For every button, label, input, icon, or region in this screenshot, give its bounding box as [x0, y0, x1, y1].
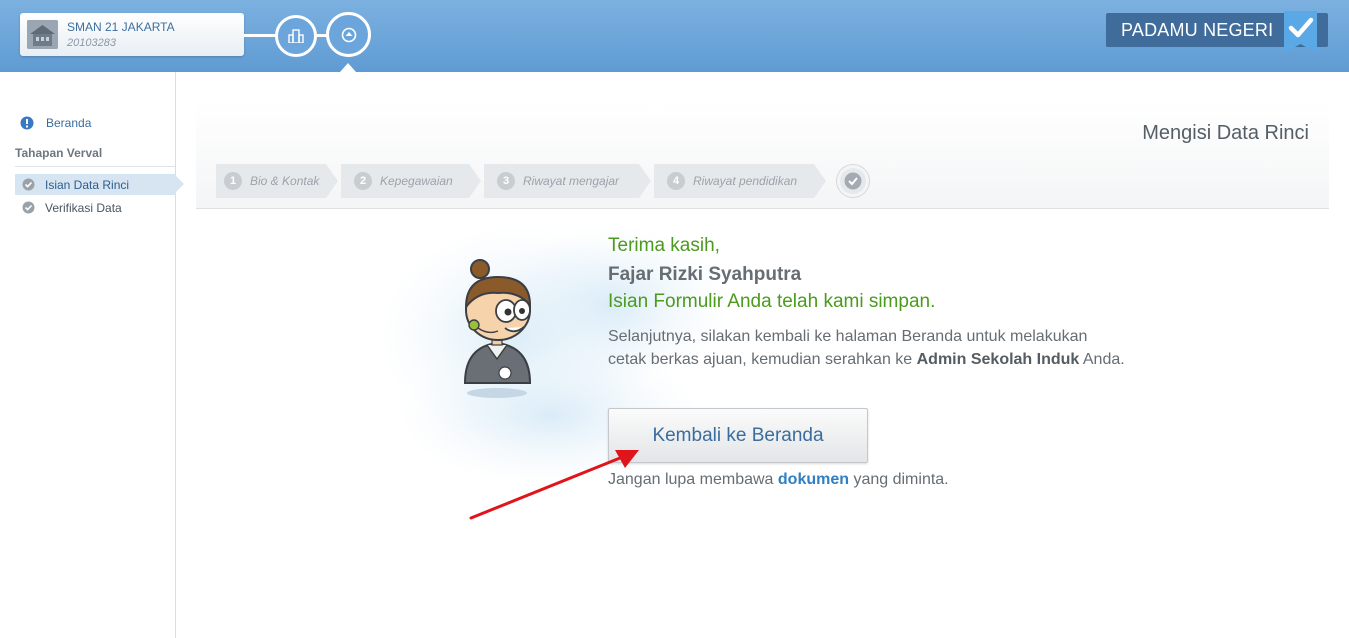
thanks-text: Terima kasih,: [608, 235, 720, 256]
sidebar-item-label: Verifikasi Data: [45, 200, 122, 215]
check-badge-icon: [1284, 11, 1317, 53]
annotation-arrow: [469, 450, 639, 520]
sidebar-item-label: Beranda: [46, 116, 92, 130]
sidebar-item-beranda[interactable]: Beranda: [20, 114, 91, 132]
school-card[interactable]: SMAN 21 JAKARTA 20103283: [20, 13, 244, 56]
active-pointer: [176, 176, 184, 192]
step-separator: [639, 164, 651, 198]
brand-name: PADAMU NEGERI: [1121, 20, 1274, 40]
page-title: Mengisi Data Rinci: [1142, 122, 1309, 144]
top-header: SMAN 21 JAKARTA 20103283 PADAMU NEGERI: [0, 0, 1349, 72]
step-kepegawaian[interactable]: 2 Kepegawaian: [341, 164, 469, 198]
documents-link[interactable]: dokumen: [778, 471, 849, 488]
sidebar-item-isian-data-rinci[interactable]: Isian Data Rinci: [15, 174, 184, 195]
emblem-icon: [341, 27, 356, 42]
emblem-nav-button[interactable]: [326, 12, 371, 57]
school-nav-button[interactable]: [275, 15, 317, 57]
check-circle-icon: [844, 172, 862, 190]
user-name: Fajar Rizki Syahputra: [608, 264, 802, 285]
check-circle-icon: [22, 201, 35, 214]
brand-logo[interactable]: PADAMU NEGERI: [1106, 11, 1328, 53]
step-pointer: [648, 100, 664, 109]
step-riwayat-mengajar[interactable]: 3 Riwayat mengajar: [484, 164, 639, 198]
instruction-text: Selanjutnya, silakan kembali ke halaman …: [608, 325, 1128, 371]
info-icon: [20, 116, 34, 130]
step-label: Bio & Kontak: [250, 174, 320, 188]
step-separator: [326, 164, 338, 198]
school-building-icon: [27, 20, 58, 49]
step-number: 4: [667, 172, 685, 190]
step-separator: [814, 164, 826, 198]
check-circle-icon: [22, 178, 35, 191]
back-to-home-button[interactable]: Kembali ke Beranda: [608, 408, 868, 463]
saved-confirmation: Isian Formulir Anda telah kami simpan.: [608, 291, 936, 312]
content-header: Mengisi Data Rinci 1 Bio & Kontak 2 Kepe…: [196, 100, 1329, 209]
reminder-note: Jangan lupa membawa dokumen yang diminta…: [608, 471, 949, 489]
instruction-emphasis: Admin Sekolah Induk: [916, 351, 1080, 368]
step-complete[interactable]: [837, 165, 869, 197]
sidebar-section-title: Tahapan Verval: [15, 146, 103, 160]
step-label: Riwayat pendidikan: [693, 174, 798, 188]
mascot-illustration: [463, 259, 532, 398]
sidebar-item-verifikasi-data[interactable]: Verifikasi Data: [15, 197, 176, 218]
step-number: 3: [497, 172, 515, 190]
step-label: Kepegawaian: [380, 174, 453, 188]
instruction-part: Anda.: [1079, 351, 1125, 368]
step-riwayat-pendidikan[interactable]: 4 Riwayat pendidikan: [654, 164, 814, 198]
header-pointer: [340, 63, 356, 72]
school-name: SMAN 21 JAKARTA: [67, 20, 175, 34]
school-id: 20103283: [67, 37, 116, 49]
building-icon: [288, 29, 304, 43]
sidebar: Beranda Tahapan Verval Isian Data Rinci …: [0, 72, 184, 638]
step-separator: [469, 164, 481, 198]
step-bio-kontak[interactable]: 1 Bio & Kontak: [216, 164, 326, 198]
sidebar-divider: [15, 166, 175, 167]
note-part: yang diminta.: [849, 471, 949, 488]
sidebar-item-label: Isian Data Rinci: [45, 177, 130, 192]
step-number: 1: [224, 172, 242, 190]
step-number: 2: [354, 172, 372, 190]
step-label: Riwayat mengajar: [523, 174, 620, 188]
